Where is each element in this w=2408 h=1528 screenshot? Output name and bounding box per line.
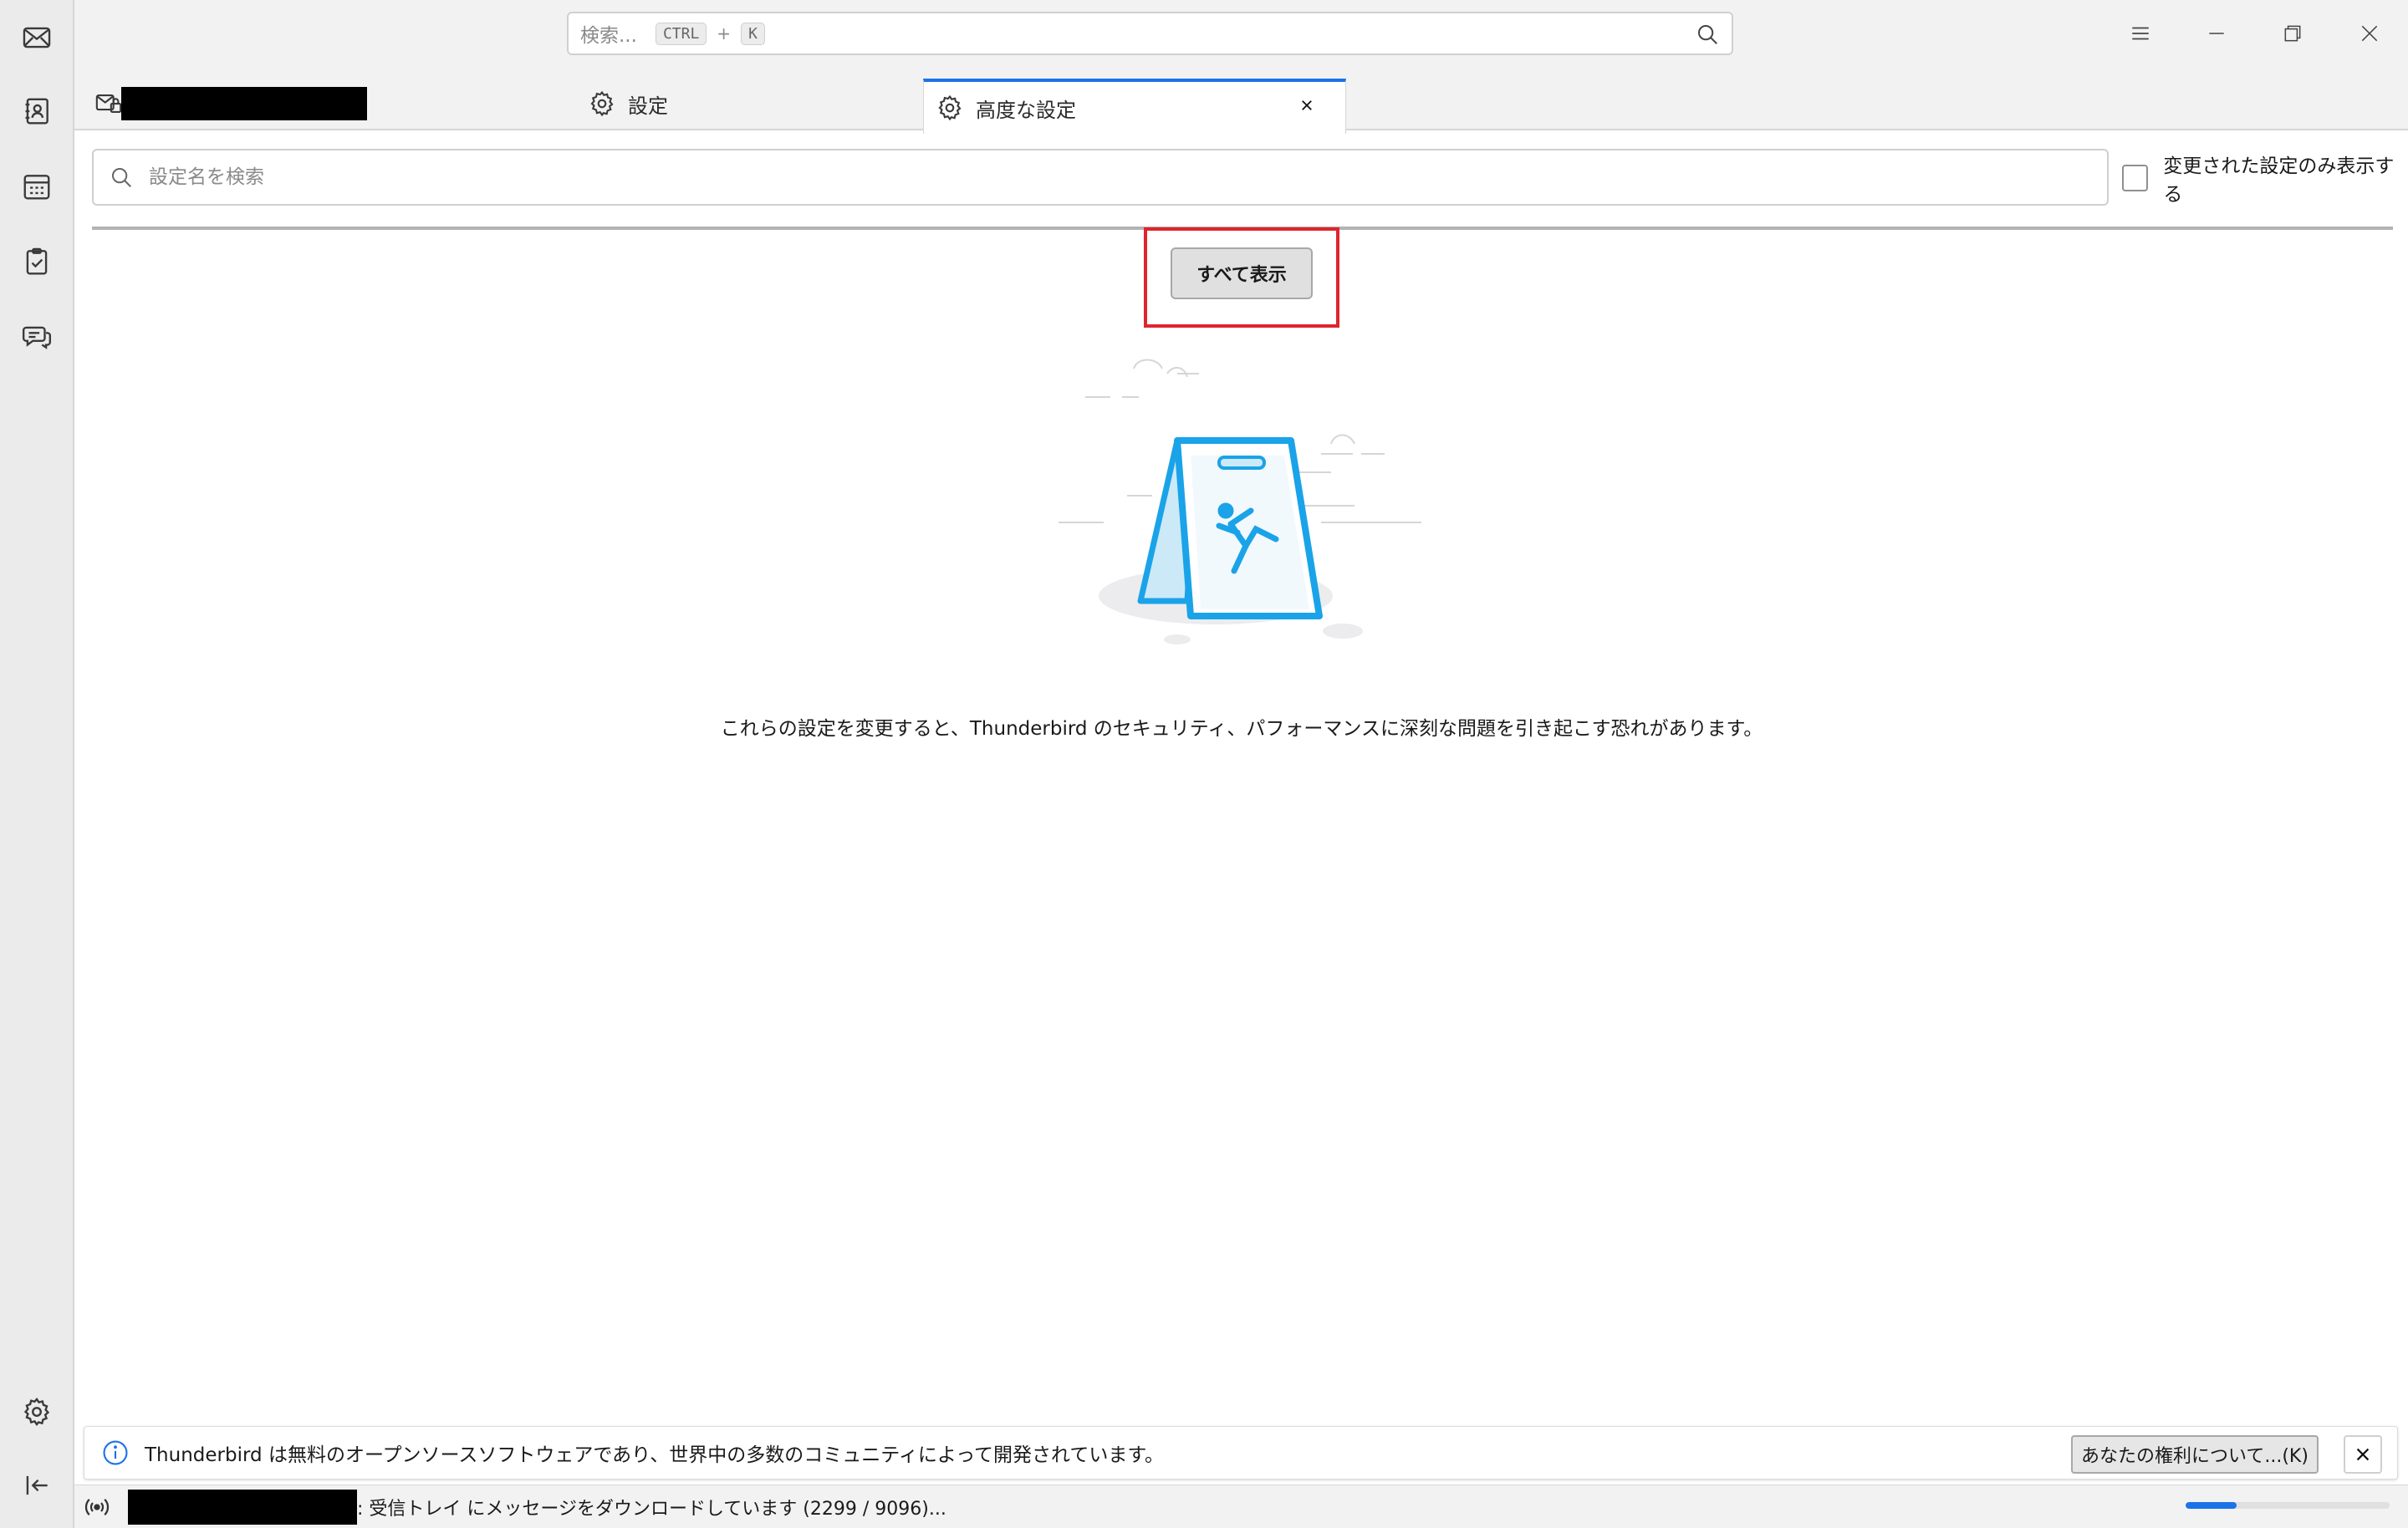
tab-settings[interactable]: 設定	[513, 77, 989, 130]
mail-space-button[interactable]	[16, 17, 58, 59]
notification-text: Thunderbird は無料のオープンソースソフトウェアであり、世界中の多数の…	[145, 1444, 1165, 1466]
restore-icon	[2284, 25, 2301, 42]
gear-icon	[938, 94, 962, 121]
know-your-rights-button[interactable]: あなたの権利について...(K)	[2071, 1435, 2319, 1474]
thunderbird-window: 検索... CTRL + K 設定 高度な設定 設定名を検索 変更された設定のみ…	[0, 0, 2408, 1528]
notification-bar: Thunderbird は無料のオープンソースソフトウェアであり、世界中の多数の…	[84, 1426, 2398, 1480]
minimize-icon	[2209, 33, 2224, 34]
collapse-left-icon	[26, 1475, 48, 1495]
online-status-icon	[84, 1498, 110, 1515]
tab-advanced-settings[interactable]: 高度な設定	[923, 79, 1346, 134]
global-search-box[interactable]: 検索... CTRL + K	[567, 12, 1733, 55]
tab-strip: 設定 高度な設定	[74, 69, 2408, 134]
close-window-button[interactable]	[2346, 12, 2393, 55]
notification-close-button[interactable]	[2344, 1435, 2382, 1474]
shortcut-k-key: K	[741, 22, 765, 45]
spaces-toolbar	[0, 0, 74, 1528]
redacted-account-name	[121, 87, 367, 120]
online-status-button[interactable]	[81, 1491, 113, 1523]
tab-advanced-settings-label: 高度な設定	[976, 98, 1076, 122]
gear-icon	[590, 90, 614, 117]
search-icon	[112, 168, 131, 187]
modified-only-checkbox[interactable]	[2122, 165, 2149, 191]
chat-button[interactable]	[16, 316, 58, 358]
settings-space-button[interactable]	[16, 1391, 58, 1433]
app-menu-button[interactable]	[2117, 12, 2164, 55]
close-icon	[2356, 1448, 2370, 1461]
restore-button[interactable]	[2269, 12, 2316, 55]
close-icon	[2361, 25, 2378, 42]
calendar-button[interactable]	[16, 166, 58, 207]
warning-message: これらの設定を変更すると、Thunderbird のセキュリティ、パフォーマンス…	[720, 718, 1763, 740]
shortcut-plus: +	[717, 23, 732, 43]
tasks-icon	[26, 247, 48, 275]
caution-sign-illustration	[1059, 359, 1421, 644]
shortcut-ctrl-key: CTRL	[655, 22, 707, 45]
title-bar: 検索... CTRL + K	[74, 0, 2408, 69]
search-icon	[1698, 25, 1717, 44]
tab-settings-label: 設定	[628, 94, 668, 118]
address-book-icon	[25, 98, 48, 125]
download-progress-bar	[2186, 1502, 2390, 1509]
minimize-button[interactable]	[2193, 12, 2240, 55]
config-search-input[interactable]	[149, 166, 2072, 188]
tasks-button[interactable]	[16, 241, 58, 283]
mail-icon	[23, 27, 51, 48]
download-progress-fill	[2186, 1502, 2237, 1509]
collapse-spaces-button[interactable]	[16, 1464, 58, 1506]
modified-only-toggle[interactable]: 変更された設定のみ表示する	[2122, 155, 2408, 206]
status-bar: : 受信トレイ にメッセージをダウンロードしています (2299 / 9096)…	[74, 1485, 2408, 1528]
mail-folder-icon	[95, 94, 122, 113]
tab-mail[interactable]	[94, 77, 496, 130]
info-icon	[103, 1440, 128, 1465]
close-icon	[1302, 100, 1312, 110]
status-text: : 受信トレイ にメッセージをダウンロードしています (2299 / 9096)…	[357, 1498, 946, 1520]
modified-only-label: 変更された設定のみ表示する	[2163, 155, 2395, 206]
global-search-placeholder: 検索...	[580, 25, 637, 47]
tab-advanced-settings-close-button[interactable]	[1299, 92, 1326, 119]
calendar-icon	[23, 175, 50, 200]
config-search-box[interactable]	[92, 149, 2109, 206]
gear-icon	[23, 1398, 50, 1427]
chat-icon	[22, 326, 52, 349]
hamburger-menu-icon	[2132, 27, 2149, 40]
redacted-account-name	[128, 1489, 357, 1525]
address-book-button[interactable]	[16, 90, 58, 132]
show-all-button[interactable]: すべて表示	[1171, 247, 1313, 299]
